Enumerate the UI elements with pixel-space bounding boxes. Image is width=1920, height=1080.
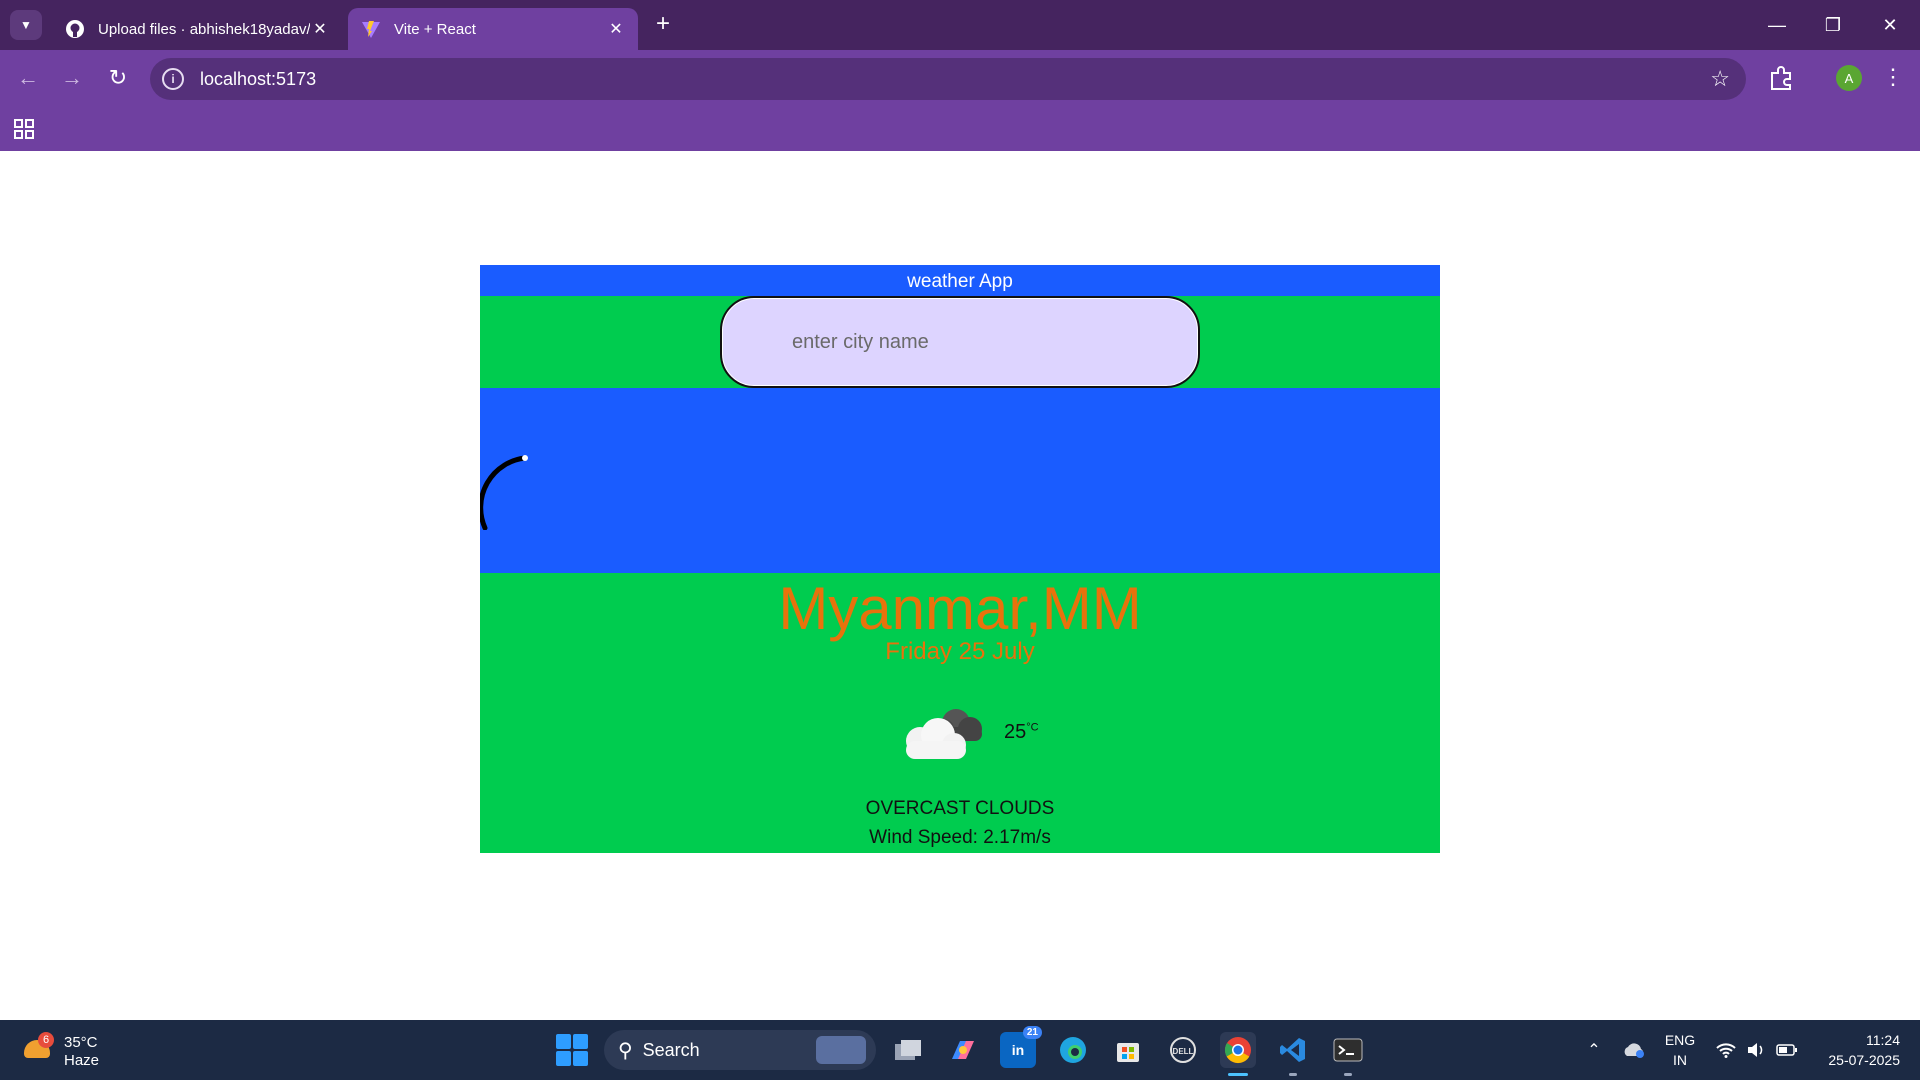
chevron-down-icon: ▼ [20,18,32,32]
bookmark-star-icon[interactable]: ☆ [1710,66,1730,92]
vite-icon [360,18,382,40]
linkedin-icon[interactable]: in 21 [1000,1026,1042,1068]
notification-badge: 6 [38,1032,54,1048]
language-indicator[interactable]: ENG IN [1660,1030,1700,1070]
taskbar: 6 35°C Haze ⚲ Search in 21 DELL ⌃ ENG IN… [0,1020,1920,1080]
search-highlight-image [816,1036,866,1064]
profile-avatar[interactable]: A [1836,65,1862,91]
extensions-icon[interactable] [1766,63,1796,93]
date-text: Friday 25 July [885,638,1035,665]
active-indicator [1228,1073,1248,1076]
wifi-icon[interactable] [1714,1020,1738,1080]
close-icon[interactable]: ✕ [310,19,330,39]
tab-upload-files[interactable]: Upload files · abhishek18yadav/ ✕ [52,8,342,50]
store-icon[interactable] [1110,1032,1146,1068]
tab-title: Upload files · abhishek18yadav/ [98,20,310,38]
weather-description: OVERCAST CLOUDS [865,798,1055,819]
search-icon: ⚲ [618,1039,633,1062]
battery-icon[interactable] [1774,1020,1800,1080]
temperature: 25°C [1004,721,1039,744]
browser-tab-strip: ▼ Upload files · abhishek18yadav/ ✕ Vite… [0,0,1920,50]
app-title: weather App [480,265,1440,296]
reload-icon[interactable]: ↻ [103,63,133,93]
apps-grid-icon[interactable] [13,118,35,140]
wind-speed: Wind Speed: 2.17m/s [869,827,1051,848]
edge-icon[interactable] [1055,1032,1091,1068]
volume-icon[interactable] [1744,1020,1768,1080]
weather-summary: 25°C [898,703,1058,763]
weather-result: Myanmar,MM Friday 25 July 25°C OVERCAST … [480,573,1440,853]
loading-spinner-icon [480,455,528,530]
back-arrow-icon[interactable]: ← [13,63,43,93]
windows-start-icon[interactable] [556,1034,588,1066]
onedrive-icon[interactable] [1620,1020,1648,1080]
dell-icon[interactable]: DELL [1165,1032,1201,1068]
city-search-input[interactable] [720,296,1200,388]
widget-condition: Haze [64,1052,100,1069]
terminal-icon[interactable] [1330,1032,1366,1076]
weather-widget[interactable]: 6 35°C Haze [20,1028,130,1072]
search-label: Search [642,1039,700,1060]
temperature-value: 25 [1004,721,1027,743]
taskbar-search[interactable]: ⚲ Search [604,1030,876,1070]
tab-search-button[interactable]: ▼ [10,10,42,40]
new-tab-button[interactable]: + [650,12,676,38]
chevron-up-icon[interactable]: ⌃ [1582,1020,1606,1080]
system-clock[interactable]: 11:24 25-07-2025 [1810,1030,1900,1070]
clock-date: 25-07-2025 [1828,1052,1900,1068]
clock-time: 11:24 [1866,1032,1900,1048]
more-menu-icon[interactable]: ⋮ [1882,62,1904,94]
url-text[interactable]: localhost:5173 [200,69,316,90]
task-view-icon[interactable] [890,1032,926,1068]
close-icon[interactable]: ✕ [606,19,626,39]
tab-title: Vite + React [394,20,476,38]
copilot-icon[interactable] [945,1032,981,1068]
bookmarks-bar [0,107,1920,151]
browser-toolbar: ← → ↻ i localhost:5173 ☆ A ⋮ [0,50,1920,107]
forward-arrow-icon[interactable]: → [57,63,87,93]
weather-app: weather App Myanmar,MM Friday 25 July 2 [480,265,1440,853]
minimize-button[interactable]: — [1757,8,1797,42]
restore-button[interactable]: ❐ [1813,8,1853,42]
address-bar[interactable]: i localhost:5173 ☆ [150,58,1746,100]
running-indicator [1344,1073,1352,1076]
github-icon [64,18,86,40]
svg-text:DELL: DELL [1173,1047,1194,1056]
language-code: ENG [1664,1032,1696,1048]
chrome-icon[interactable] [1220,1032,1256,1076]
loading-section [480,388,1440,573]
search-section [480,296,1440,388]
temperature-unit: °C [1026,721,1039,734]
linkedin-badge: 21 [1022,1026,1042,1039]
city-name: Myanmar,MM [778,575,1142,642]
cloud-icon [906,709,982,759]
tab-vite-react[interactable]: Vite + React ✕ [348,8,638,50]
site-info-icon[interactable]: i [162,68,184,90]
region-code: IN [1673,1052,1687,1068]
running-indicator [1289,1073,1297,1076]
window-close-button[interactable]: ✕ [1870,8,1910,42]
vscode-icon[interactable] [1275,1032,1311,1076]
widget-temperature: 35°C [64,1034,98,1051]
